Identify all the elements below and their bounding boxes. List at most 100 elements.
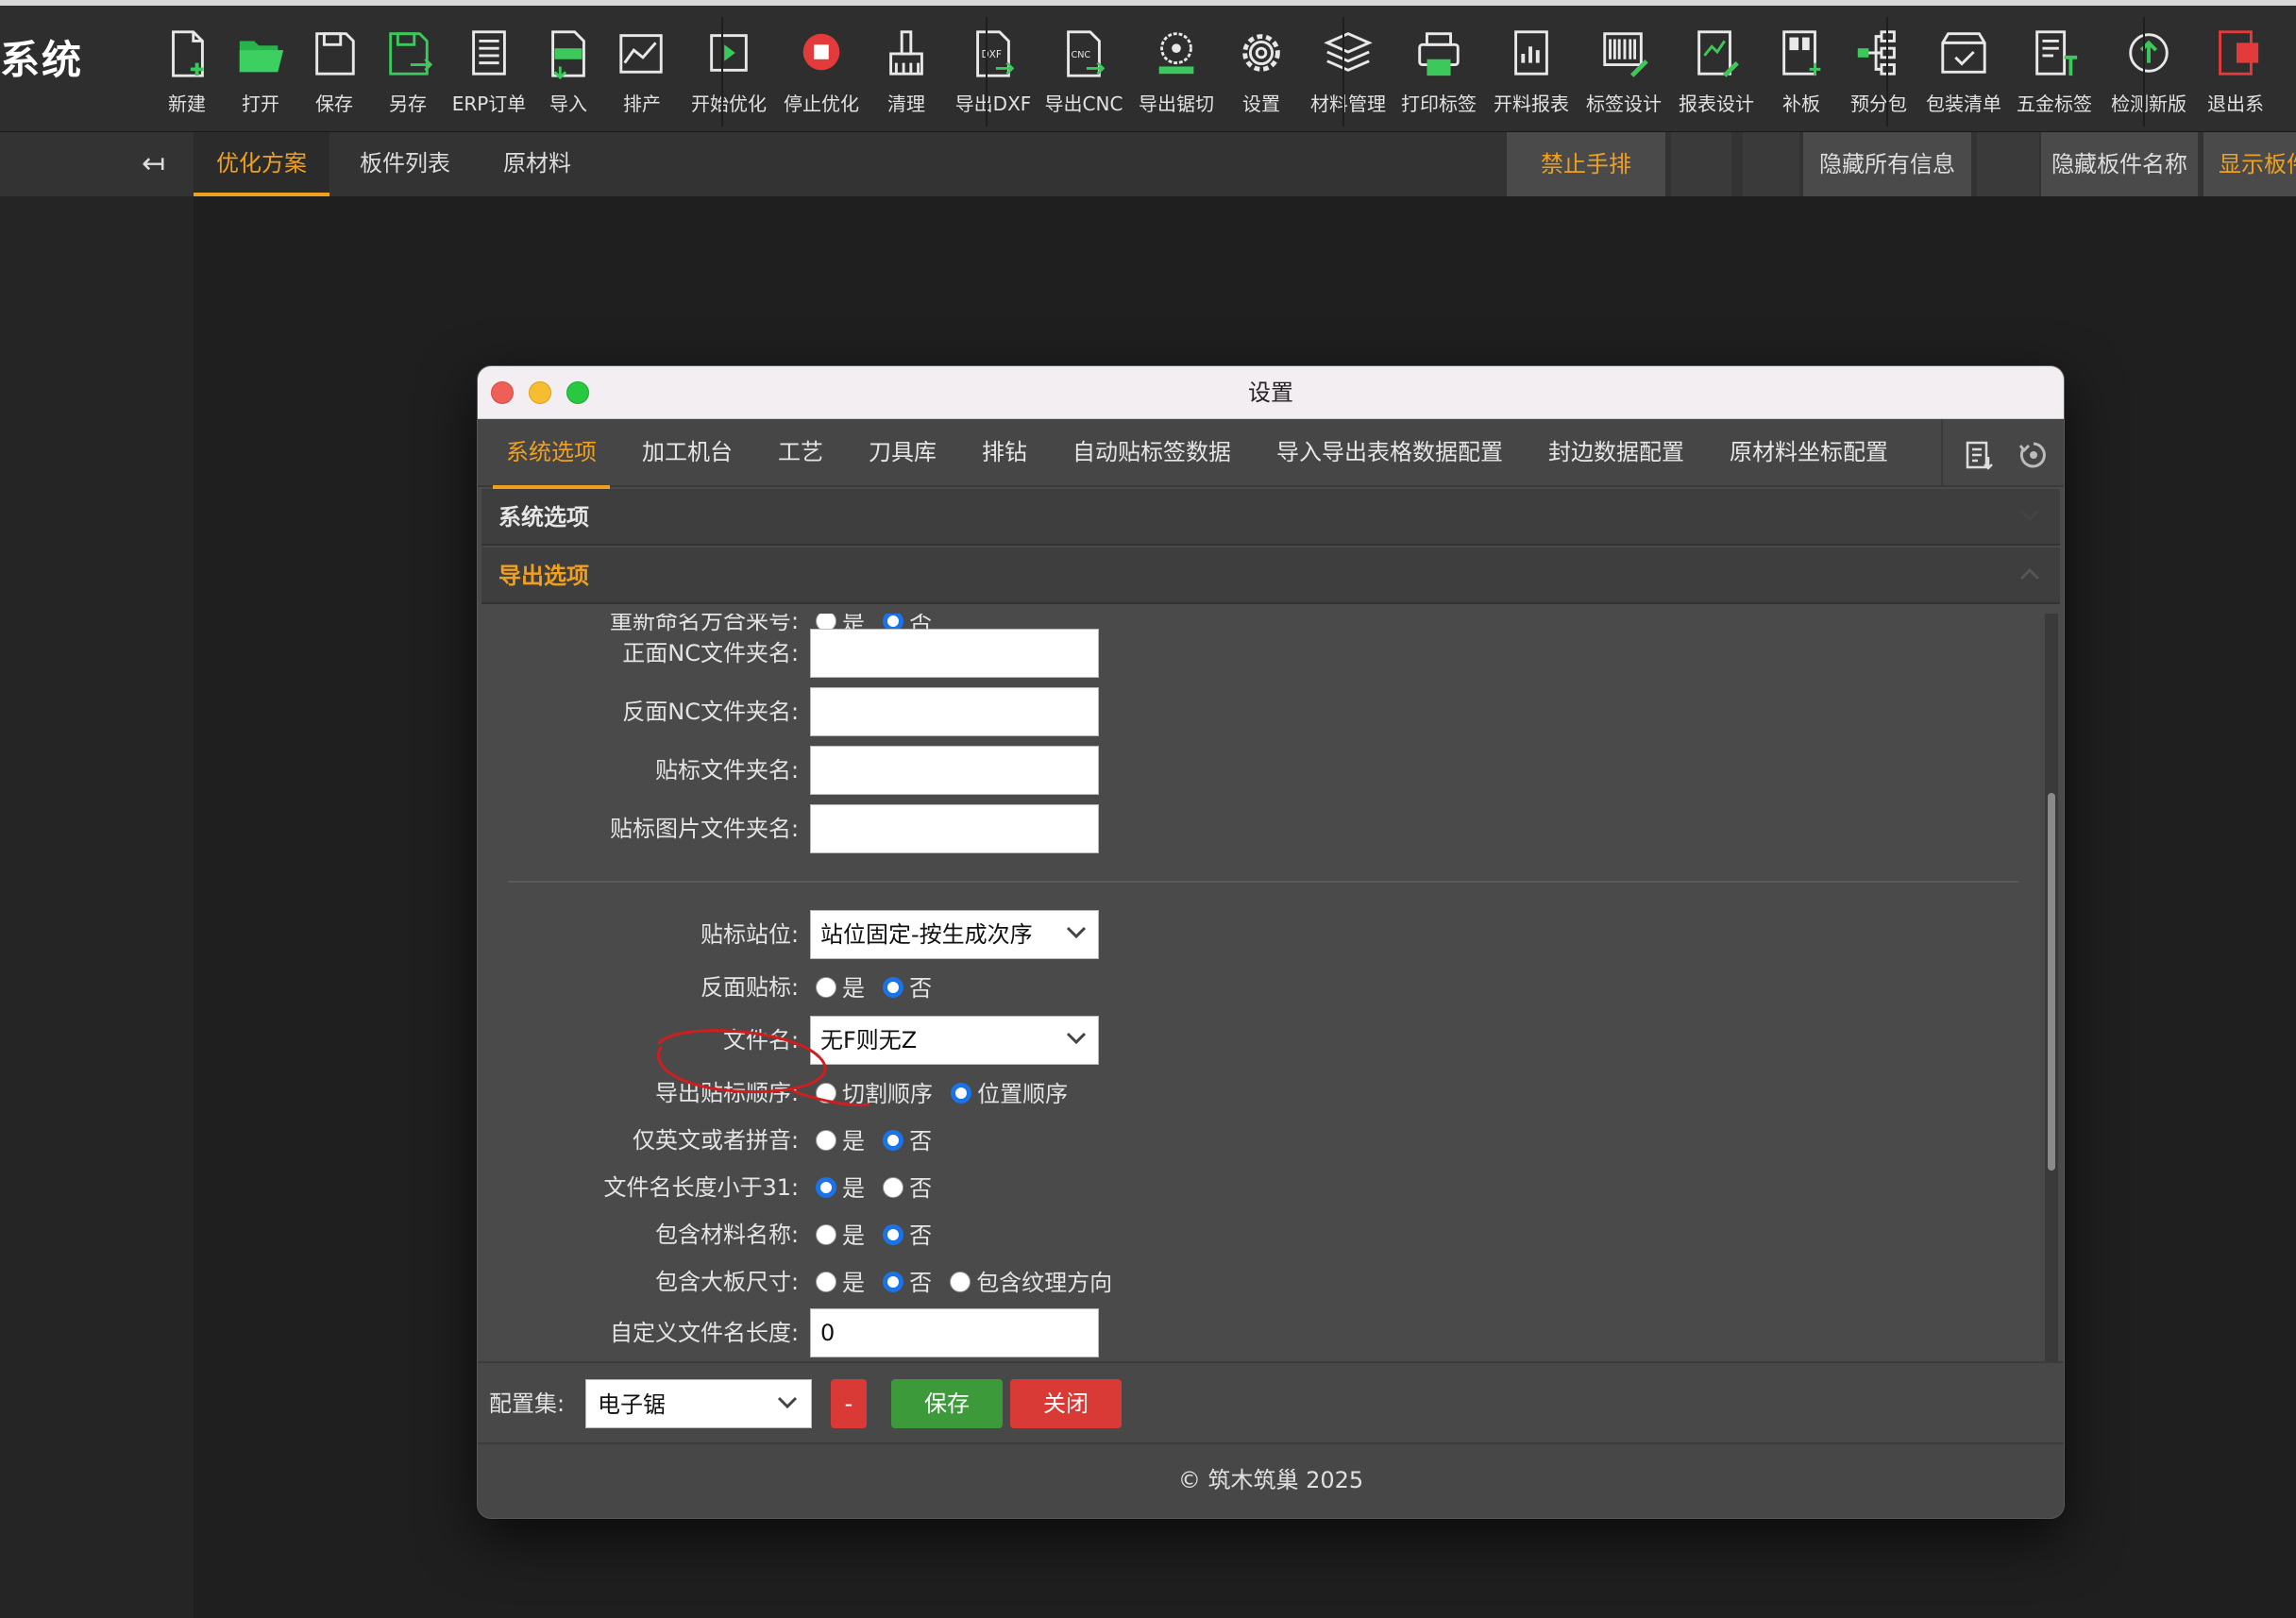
- custom-name-length-input[interactable]: 0: [810, 1308, 1099, 1357]
- radio-yes[interactable]: 是: [816, 1170, 865, 1203]
- radio-position-order[interactable]: 位置顺序: [951, 1075, 1068, 1108]
- patch-board-icon: [1782, 30, 1821, 76]
- hide-board-name-button[interactable]: 隐藏板件名称: [2041, 132, 2198, 196]
- radio-yes[interactable]: 是: [816, 969, 865, 1003]
- section-export-options[interactable]: 导出选项: [481, 548, 2060, 604]
- tree-icon: [1857, 30, 1896, 76]
- toolbar-update-button[interactable]: 检测新版: [2105, 19, 2192, 125]
- toolbar-dxf-button[interactable]: DXF 导出DXF: [950, 19, 1037, 125]
- toolbar-label: 另存: [389, 93, 427, 115]
- file-name-select[interactable]: 无F则无Z: [810, 1016, 1099, 1065]
- radio-no[interactable]: 否: [883, 1122, 932, 1155]
- toolbar-hardware-label-button[interactable]: 五金标签: [2011, 19, 2098, 125]
- toolbar-play-button[interactable]: 开始优化: [685, 19, 772, 125]
- close-button[interactable]: 关闭: [1010, 1379, 1122, 1428]
- tab-raw-material[interactable]: 原材料: [481, 132, 593, 196]
- show-board-button[interactable]: 显示板件: [2203, 132, 2296, 196]
- blank-toggle-2[interactable]: [1743, 132, 1799, 196]
- toolbar-report-button[interactable]: 开料报表: [1488, 19, 1575, 125]
- export-config-icon[interactable]: [1964, 440, 1994, 470]
- toolbar-label: 设置: [1242, 93, 1280, 115]
- tab-system-options[interactable]: 系统选项: [493, 419, 610, 489]
- row-back-label: 反面贴标 : 是 否: [491, 964, 2001, 1011]
- front-nc-folder-input[interactable]: [810, 629, 1099, 678]
- label-station-select[interactable]: 站位固定-按生成次序: [810, 910, 1099, 959]
- toolbar-cnc-button[interactable]: CNC 导出CNC: [1040, 19, 1127, 125]
- new-file-icon: [172, 30, 204, 77]
- toolbar-label: 标签设计: [1586, 93, 1662, 115]
- row-export-label-order: 导出贴标顺序 : 切割顺序 位置顺序: [491, 1070, 2001, 1117]
- back-nc-folder-input[interactable]: [810, 687, 1099, 736]
- radio-yes[interactable]: 是: [816, 1217, 865, 1250]
- radio-include-grain[interactable]: 包含纹理方向: [950, 1264, 1112, 1297]
- tab-drill[interactable]: 排钻: [982, 419, 1027, 487]
- row-front-nc-folder: 正面NC文件夹名 :: [491, 629, 2001, 678]
- main-toolbar: 系统 新建 打开 保存 另存 ERP订单 导入 排产 开始优化 停止优化 清理 DXF 导出DXF CN…: [0, 0, 2296, 132]
- toolbar-saw-button[interactable]: 导出锯切: [1133, 19, 1220, 125]
- toolbar-package-button[interactable]: 包装清单: [1920, 19, 2007, 125]
- reset-icon[interactable]: [2018, 440, 2049, 470]
- chevron-down-icon: [1066, 1032, 1087, 1045]
- hide-all-info-button[interactable]: 隐藏所有信息: [1803, 132, 1971, 196]
- save-as-icon: [389, 32, 433, 76]
- tab-material-coord-config[interactable]: 原材料坐标配置: [1730, 419, 1888, 487]
- row-file-name: 文件名 : 无F则无Z: [491, 1016, 2001, 1065]
- config-set-select[interactable]: 电子锯: [585, 1379, 812, 1428]
- radio-no[interactable]: 否: [883, 1170, 932, 1203]
- row-label-image-folder: 贴标图片文件夹名 :: [491, 804, 2001, 853]
- blank-toggle[interactable]: [1671, 132, 1731, 196]
- toolbar-erp-order-button[interactable]: ERP订单: [446, 19, 532, 125]
- toolbar-stop-button[interactable]: 停止优化: [778, 19, 865, 125]
- barcode-icon: [1603, 32, 1648, 77]
- toolbar-separator: [986, 17, 988, 126]
- radio-no[interactable]: 否: [883, 1264, 932, 1297]
- toolbar-gear-button[interactable]: 设置: [1218, 19, 1305, 125]
- toolbar-layers-button[interactable]: 材料管理: [1305, 19, 1392, 125]
- package-icon: [1941, 32, 1986, 74]
- tab-optimization-plan[interactable]: 优化方案: [194, 132, 329, 196]
- toolbar-label: 补板: [1782, 93, 1820, 115]
- toolbar-save-as-button[interactable]: 另存: [364, 19, 451, 125]
- toolbar-report-design-button[interactable]: 报表设计: [1673, 19, 1760, 125]
- report-icon: [1514, 30, 1548, 76]
- tab-tool-library[interactable]: 刀具库: [869, 419, 937, 487]
- save-button[interactable]: 保存: [891, 1379, 1003, 1428]
- toolbar-label: 检测新版: [2111, 93, 2186, 115]
- scroll-thumb[interactable]: [2048, 793, 2055, 1171]
- section-system-options[interactable]: 系统选项: [481, 489, 2060, 546]
- toolbar-label: 退出系: [2207, 93, 2264, 115]
- tab-edge-banding-config[interactable]: 封边数据配置: [1548, 419, 1684, 487]
- form-scrollbar[interactable]: [2045, 614, 2058, 1361]
- report-design-icon: [1697, 30, 1739, 77]
- radio-no[interactable]: 否: [883, 969, 932, 1003]
- collapse-panel-icon[interactable]: ↤: [142, 147, 165, 180]
- radio-yes[interactable]: 是: [816, 1264, 865, 1297]
- open-folder-icon: [239, 41, 284, 73]
- toolbar-broom-button[interactable]: 清理: [863, 19, 950, 125]
- schedule-icon: [619, 34, 663, 74]
- toolbar-tree-button[interactable]: 预分包: [1835, 19, 1922, 125]
- radio-yes[interactable]: 是: [816, 1122, 865, 1155]
- toolbar-barcode-button[interactable]: 标签设计: [1580, 19, 1667, 125]
- tab-board-list[interactable]: 板件列表: [342, 132, 468, 196]
- toolbar-label: ERP订单: [451, 93, 527, 115]
- tab-process[interactable]: 工艺: [778, 419, 823, 487]
- toolbar-printer-button[interactable]: 打印标签: [1395, 19, 1482, 125]
- label-folder-input[interactable]: [810, 746, 1099, 795]
- tab-auto-label-data[interactable]: 自动贴标签数据: [1072, 419, 1231, 487]
- toolbar-patch-board-button[interactable]: 补板: [1758, 19, 1845, 125]
- toolbar-schedule-button[interactable]: 排产: [599, 19, 685, 125]
- remove-config-button[interactable]: -: [831, 1379, 867, 1428]
- toolbar-separator: [721, 17, 723, 126]
- saw-icon: [1158, 32, 1194, 75]
- toolbar-exit-button[interactable]: 退出系: [2192, 19, 2279, 125]
- toolbar-label: 开料报表: [1494, 93, 1569, 115]
- tab-machine[interactable]: 加工机台: [642, 419, 733, 487]
- radio-cut-order[interactable]: 切割顺序: [816, 1075, 933, 1108]
- radio-no[interactable]: 否: [883, 1217, 932, 1250]
- blank-toggle-3[interactable]: [1977, 132, 2039, 196]
- toolbar-separator: [1342, 17, 1344, 126]
- label-image-folder-input[interactable]: [810, 804, 1099, 853]
- disable-manual-layout-button[interactable]: 禁止手排: [1507, 132, 1665, 196]
- tab-import-export-config[interactable]: 导入导出表格数据配置: [1276, 419, 1503, 487]
